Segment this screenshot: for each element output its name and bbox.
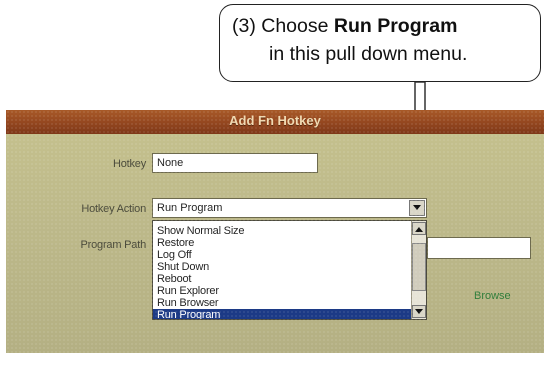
- dropdown-options: Show Normal Size Restore Log Off Shut Do…: [153, 221, 426, 319]
- dialog-title: Add Fn Hotkey: [229, 113, 321, 128]
- dropdown-option[interactable]: Shut Down: [153, 261, 426, 273]
- program-path-label: Program Path: [80, 239, 147, 251]
- chevron-down-icon[interactable]: [409, 200, 425, 216]
- hotkey-action-label: Hotkey Action: [81, 203, 146, 215]
- callout-box: (3) Choose Run Program in this pull down…: [219, 4, 541, 82]
- hotkey-dialog: Add Fn Hotkey Hotkey None Hotkey Action …: [6, 110, 544, 353]
- dropdown-option[interactable]: Reboot: [153, 273, 426, 285]
- dropdown-option[interactable]: Run Explorer: [153, 285, 426, 297]
- callout-line-1: (3) Choose Run Program: [232, 15, 457, 38]
- callout-line-2: in this pull down menu.: [269, 43, 468, 65]
- scroll-down-icon[interactable]: [412, 305, 426, 318]
- scroll-up-icon[interactable]: [412, 222, 426, 235]
- dropdown-option[interactable]: Show Normal Size: [153, 225, 426, 237]
- hotkey-label: Hotkey: [112, 158, 146, 170]
- callout-prefix: (3) Choose: [232, 15, 334, 37]
- hotkey-action-select[interactable]: Run Program: [152, 198, 427, 218]
- hotkey-input[interactable]: None: [152, 153, 318, 173]
- scroll-thumb[interactable]: [412, 243, 426, 291]
- callout-emphasis: Run Program: [333, 15, 458, 37]
- hotkey-action-dropdown: Show Normal Size Restore Log Off Shut Do…: [152, 220, 427, 320]
- dropdown-option[interactable]: Log Off: [153, 249, 426, 261]
- dropdown-option-selected[interactable]: Run Program: [153, 309, 426, 319]
- dropdown-scrollbar[interactable]: [411, 221, 426, 319]
- browse-button[interactable]: Browse: [474, 290, 511, 302]
- program-path-input[interactable]: [427, 237, 531, 259]
- dropdown-option[interactable]: Run Browser: [153, 297, 426, 309]
- dropdown-option[interactable]: Restore: [153, 237, 426, 249]
- dialog-titlebar: Add Fn Hotkey: [6, 110, 544, 134]
